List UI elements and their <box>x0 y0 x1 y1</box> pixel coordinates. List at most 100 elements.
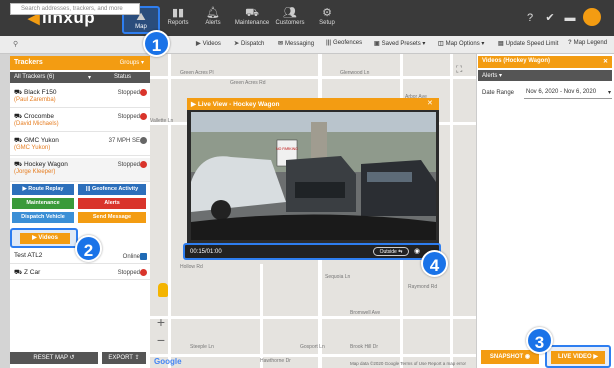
map-credit[interactable]: Map data ©2020 Google Terms of Use Repor… <box>350 361 466 366</box>
street-view-pegman-icon[interactable] <box>158 283 168 297</box>
street-label: Sequoia Ln <box>325 274 351 280</box>
search-input[interactable]: Search addresses, trackers, and more <box>10 3 140 15</box>
truck-icon: ⛟ <box>14 137 24 144</box>
step-badge-2: 2 <box>75 235 102 262</box>
groups-dropdown[interactable]: Groups ▾ <box>120 59 144 66</box>
tracker-name-text: Black F150 <box>23 89 57 96</box>
stopped-status-icon <box>140 269 147 276</box>
geofence-activity-label: Geofence Activity <box>91 186 139 192</box>
sign-text: NO PARKING <box>276 147 298 151</box>
tracker-status: Stopped <box>117 270 140 276</box>
video-frame[interactable]: NO PARKING <box>191 112 436 240</box>
alerts-button[interactable]: Alerts <box>78 198 146 209</box>
tracker-name-text: Hockey Wagon <box>23 161 68 168</box>
nav-reports[interactable]: ▮▮ Reports <box>158 4 198 32</box>
videos-toolbar-button[interactable]: ▶ Videos <box>196 40 221 47</box>
status-column[interactable]: Status <box>114 74 131 80</box>
close-icon[interactable]: ✕ <box>427 99 433 107</box>
date-range-select[interactable]: Nov 6, 2020 - Nov 6, 2020 ▾ <box>524 88 612 99</box>
truck-icon: ⛟ <box>14 269 24 276</box>
alerts-tab-label: Alerts <box>482 73 498 79</box>
nav-setup[interactable]: ⚙ Setup <box>307 4 347 32</box>
tracker-name-text: Crocombe <box>23 113 54 120</box>
messaging-button[interactable]: ✉ Messaging <box>278 40 314 47</box>
video-camera-icon: ▶ <box>191 101 198 108</box>
videos-button-highlight[interactable]: ▶ Videos <box>10 228 78 248</box>
reset-map-button[interactable]: RESET MAP ↺ <box>10 352 98 364</box>
tracker-row[interactable]: ⛟ Crocombe (David Michaels) Stopped <box>10 110 150 132</box>
nav-customers[interactable]: 👥︎ Customers <box>270 4 310 32</box>
avatar[interactable] <box>583 8 601 26</box>
map-legend-button[interactable]: ? Map Legend <box>568 40 607 46</box>
geofences-button[interactable]: ||| Geofences <box>326 40 362 46</box>
groups-label: Groups <box>119 60 140 66</box>
speed-icon: ▤ <box>498 41 504 47</box>
date-range-label: Date Range <box>482 90 515 96</box>
nav-setup-label: Setup <box>319 20 335 26</box>
tracker-row[interactable]: ⛟ GMC Yukon (GMC Yukon) 37 MPH SE <box>10 134 150 156</box>
street-label: Glenwood Ln <box>340 70 370 76</box>
videos-panel <box>476 54 614 368</box>
nav-alerts[interactable]: 🔔︎ Alerts <box>193 4 233 32</box>
search-icon: ⚲ <box>13 41 19 48</box>
gear-icon: ⚙ <box>322 7 332 19</box>
google-logo: Google <box>154 357 182 366</box>
camera-icon[interactable]: ◉ <box>414 247 420 255</box>
tracker-row-selected[interactable]: ⛟ Hockey Wagon (Jorge Kleeper) Stopped <box>10 158 150 182</box>
chevron-down-icon[interactable]: ▾ <box>88 74 91 81</box>
export-button[interactable]: EXPORT ⇪ <box>102 352 146 364</box>
dispatch-button[interactable]: ➤ Dispatch <box>234 40 264 47</box>
tracker-driver: (Jorge Kleeper) <box>14 169 56 175</box>
map-road <box>150 316 476 319</box>
videos-button[interactable]: ▶ Videos <box>20 233 70 244</box>
send-message-button[interactable]: Send Message <box>78 212 146 223</box>
map-options-button[interactable]: ◫ Map Options ▾ <box>438 40 484 47</box>
fullscreen-icon[interactable]: ⛶ <box>456 64 462 75</box>
chat-icon[interactable]: ▬ <box>562 10 578 26</box>
tracker-row[interactable]: ⛟ Z Car Stopped <box>10 266 150 280</box>
videos-panel-header: Videos (Hockey Wagon) ✕ <box>478 56 612 68</box>
map-legend-label: Map Legend <box>573 40 608 46</box>
check-icon[interactable]: ✔ <box>542 10 558 26</box>
online-status-icon <box>140 253 147 260</box>
tracker-row[interactable]: ⛟ Black F150 (Paul Zaremba) Stopped <box>10 86 150 108</box>
nav-alerts-label: Alerts <box>205 20 221 26</box>
street-label: Brook Hill Dr <box>350 344 379 350</box>
dispatch-icon: ➤ <box>234 41 240 47</box>
tracker-name-text: Z Car <box>23 269 41 276</box>
nav-maintenance[interactable]: ⛟ Maintenance <box>232 4 272 32</box>
car-icon: ⛟ <box>245 7 259 19</box>
tracker-name-text: GMC Yukon <box>23 137 59 144</box>
messaging-label: Messaging <box>285 41 315 47</box>
street-label: Gosport Ln <box>300 344 325 350</box>
camera-toggle-label: Outside <box>379 249 397 255</box>
route-replay-button[interactable]: ▶ Route Replay <box>12 184 74 195</box>
maintenance-button[interactable]: Maintenance <box>12 198 74 209</box>
zoom-in-button[interactable]: + <box>154 315 168 329</box>
all-trackers-filter[interactable]: All Trackers (6) <box>14 74 54 80</box>
videos-panel-title: Videos (Hockey Wagon) <box>482 58 551 64</box>
map-road <box>150 354 476 357</box>
live-video-button[interactable]: LIVE VIDEO ▶ <box>551 351 605 364</box>
street-label: Green Acres Pl <box>180 70 214 76</box>
dispatch-vehicle-button[interactable]: Dispatch Vehicle <box>12 212 74 223</box>
saved-presets-button[interactable]: ▣ Saved Presets ▾ <box>374 40 425 47</box>
step-badge-3: 3 <box>526 327 553 354</box>
zoom-out-button[interactable]: − <box>154 333 168 347</box>
message-icon: ✉ <box>278 41 284 47</box>
street-label: Steeple Ln <box>190 344 214 350</box>
geofence-activity-button[interactable]: ||| Geofence Activity <box>78 184 146 195</box>
update-speed-limit-button[interactable]: ▤ Update Speed Limit <box>498 40 558 47</box>
alerts-tab[interactable]: Alerts ▾ <box>478 70 612 81</box>
help-icon[interactable]: ? <box>522 10 538 26</box>
camera-toggle[interactable]: Outside ⇆ <box>373 247 409 256</box>
snapshot-label: SNAPSHOT <box>489 354 524 360</box>
map-options-label: Map Options <box>445 41 480 47</box>
live-video-button-highlight[interactable]: LIVE VIDEO ▶ <box>545 345 611 368</box>
live-view-header[interactable]: ▶ Live View - Hockey Wagon <box>187 98 439 110</box>
moving-status-icon <box>140 137 147 144</box>
export-label: EXPORT <box>108 355 133 361</box>
close-icon[interactable]: ✕ <box>603 58 608 65</box>
snapshot-button[interactable]: SNAPSHOT ◉ <box>481 350 539 364</box>
tracker-driver: (Paul Zaremba) <box>14 97 56 103</box>
